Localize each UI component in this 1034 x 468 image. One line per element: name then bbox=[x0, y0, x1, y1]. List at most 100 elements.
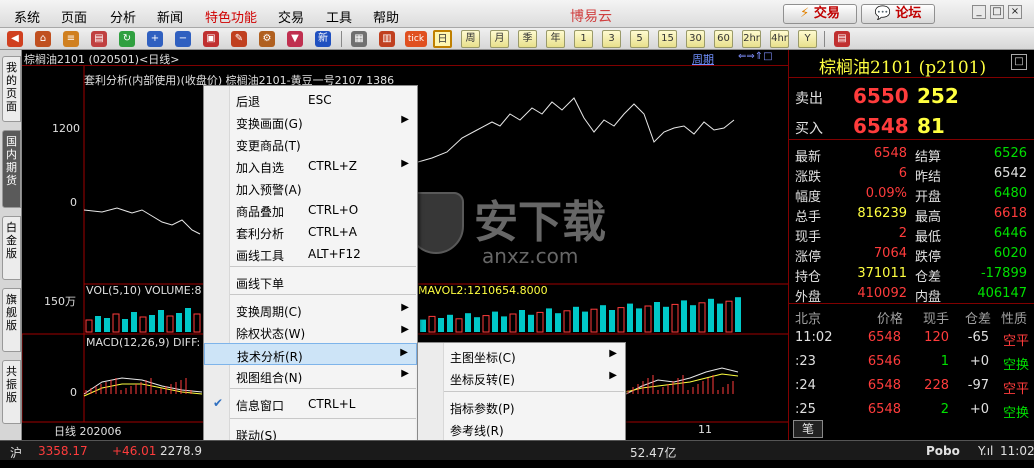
quote-row: 持仓 371011 仓差 -17899 bbox=[793, 264, 1031, 285]
context-menu-item[interactable]: 除权状态(W) ▶ bbox=[204, 321, 417, 343]
tick-oi: -97 bbox=[967, 378, 989, 393]
quote-label: 涨停 bbox=[795, 250, 822, 265]
context-menu-item[interactable]: 加入预警(A) bbox=[204, 177, 417, 199]
back-icon[interactable]: ◀ bbox=[7, 31, 23, 47]
period-season[interactable]: 季 bbox=[518, 30, 537, 48]
tick-button[interactable]: tick bbox=[405, 31, 427, 47]
trade-button[interactable]: ⚡ 交易 bbox=[783, 4, 857, 24]
period-30min[interactable]: 30 bbox=[686, 30, 705, 48]
menu-analysis[interactable]: 分析 bbox=[110, 7, 136, 26]
macd-diff-line bbox=[83, 377, 203, 395]
submenu-item[interactable]: 坐标反转(E) ▶ bbox=[418, 367, 625, 389]
volume-bar bbox=[555, 313, 561, 332]
submenu-item[interactable]: 指标参数(P) bbox=[418, 396, 625, 418]
volume-bar bbox=[573, 306, 579, 332]
period-15min[interactable]: 15 bbox=[658, 30, 677, 48]
context-menu-item[interactable]: 商品叠加 CTRL+O bbox=[204, 199, 417, 221]
tick-row: :25 6548 2 +0 空换 bbox=[793, 400, 1031, 421]
volume-bar bbox=[708, 298, 714, 332]
context-menu-item[interactable]: 变更商品(T) bbox=[204, 133, 417, 155]
submenu-item[interactable]: 参考线(R) bbox=[418, 418, 625, 440]
volume-bar bbox=[627, 303, 633, 332]
period-year[interactable]: 年 bbox=[546, 30, 565, 48]
tab-flagship[interactable]: 旗舰版 bbox=[2, 288, 21, 352]
zoom-in-icon[interactable]: + bbox=[147, 31, 163, 47]
tab-resonance[interactable]: 共振版 bbox=[2, 360, 21, 424]
tick-time: 11:02 bbox=[795, 330, 833, 345]
context-menu: 后退 ESC 变换画面(G) ▶ 变更商品(T) 加入自选 CTRL+Z ▶ 加入预警(A) 商品… bbox=[203, 85, 418, 465]
quote-value: 6542 bbox=[993, 166, 1027, 181]
sell-volume: 252 bbox=[917, 84, 959, 108]
tab-domestic-futures[interactable]: 国内期货 bbox=[2, 130, 21, 208]
context-menu-item[interactable]: 画线下单 bbox=[204, 271, 417, 293]
volume-bar bbox=[681, 300, 687, 332]
x-axis-start-label: 日线 202006 bbox=[54, 425, 122, 438]
context-menu-item[interactable]: 变换周期(C) ▶ bbox=[204, 299, 417, 321]
context-menu-label: 套利分析 bbox=[236, 227, 285, 241]
menu-news[interactable]: 新闻 bbox=[157, 7, 183, 26]
tab-platinum[interactable]: 白金版 bbox=[2, 216, 21, 280]
tab-my-page[interactable]: 我的页面 bbox=[2, 56, 21, 122]
period-3min[interactable]: 3 bbox=[602, 30, 621, 48]
menu-page[interactable]: 页面 bbox=[61, 7, 87, 26]
filter-icon[interactable]: ▼ bbox=[287, 31, 303, 47]
tick-tab[interactable]: 笔 bbox=[793, 420, 823, 438]
submenu-label: 指标参数(P) bbox=[450, 402, 515, 416]
stack-icon[interactable]: ≡ bbox=[63, 31, 79, 47]
volume-bar bbox=[95, 316, 101, 332]
window-icon[interactable]: ▣ bbox=[203, 31, 219, 47]
book-icon[interactable]: ▥ bbox=[379, 31, 395, 47]
menu-system[interactable]: 系统 bbox=[14, 7, 40, 26]
home-icon[interactable]: ⌂ bbox=[35, 31, 51, 47]
menu-trade[interactable]: 交易 bbox=[278, 7, 304, 26]
menu-tools[interactable]: 工具 bbox=[326, 7, 352, 26]
forum-button[interactable]: 💬 论坛 bbox=[861, 4, 935, 24]
volume-bar bbox=[698, 302, 706, 333]
calculator-icon[interactable]: ▤ bbox=[834, 31, 850, 47]
context-menu-item[interactable]: 变换画面(G) ▶ bbox=[204, 111, 417, 133]
quote-value: 406147 bbox=[977, 286, 1027, 301]
new-icon[interactable]: 新 bbox=[315, 31, 331, 47]
context-menu-item[interactable]: 技术分析(R) ▶ bbox=[204, 343, 417, 365]
context-menu-item[interactable]: 加入自选 CTRL+Z ▶ bbox=[204, 155, 417, 177]
submenu-label: 坐标反转(E) bbox=[450, 373, 515, 387]
context-menu-shortcut: CTRL+A bbox=[308, 225, 357, 239]
period-5min[interactable]: 5 bbox=[630, 30, 649, 48]
period-week[interactable]: 周 bbox=[461, 30, 480, 48]
quote-close-icon[interactable]: □ bbox=[1011, 54, 1027, 70]
period-month[interactable]: 月 bbox=[490, 30, 509, 48]
context-menu-item[interactable]: ✔ 信息窗口 CTRL+L bbox=[204, 393, 417, 415]
menu-special[interactable]: 特色功能 bbox=[205, 7, 257, 26]
context-menu-shortcut: CTRL+L bbox=[308, 397, 356, 411]
pencil-icon[interactable]: ✎ bbox=[231, 31, 247, 47]
quote-value: 6548 bbox=[873, 146, 907, 161]
table-icon[interactable]: ▦ bbox=[351, 31, 367, 47]
macd-label-box bbox=[22, 333, 85, 423]
volume-bar bbox=[563, 310, 571, 333]
submenu-item[interactable]: 主图坐标(C) ▶ bbox=[418, 345, 625, 367]
buy-price[interactable]: 6548 bbox=[853, 114, 909, 138]
context-menu-item[interactable]: 视图组合(N) ▶ bbox=[204, 365, 417, 387]
close-icon[interactable]: × bbox=[1008, 5, 1022, 19]
period-4hr[interactable]: 4hr bbox=[770, 30, 789, 48]
context-menu-item[interactable]: 套利分析 CTRL+A bbox=[204, 221, 417, 243]
period-1min[interactable]: 1 bbox=[574, 30, 593, 48]
period-60min[interactable]: 60 bbox=[714, 30, 733, 48]
period-2hr[interactable]: 2hr bbox=[742, 30, 761, 48]
zoom-out-icon[interactable]: − bbox=[175, 31, 191, 47]
period-custom[interactable]: Y bbox=[798, 30, 817, 48]
maximize-icon[interactable]: □ bbox=[990, 5, 1004, 19]
volume-bar bbox=[455, 318, 463, 333]
context-menu-item[interactable]: 画线工具 ALT+F12 bbox=[204, 243, 417, 265]
period-day[interactable]: 日 bbox=[433, 30, 452, 48]
refresh-icon[interactable]: ↻ bbox=[119, 31, 135, 47]
minimize-icon[interactable]: _ bbox=[972, 5, 986, 19]
chevron-right-icon: ▶ bbox=[401, 368, 409, 379]
tools-icon[interactable]: ⚙ bbox=[259, 31, 275, 47]
tick-header-oi: 仓差 bbox=[965, 312, 992, 327]
menu-bar: 系统 页面 分析 新闻 特色功能 交易 工具 帮助 博易云 ⚡ 交易 💬 论坛 … bbox=[0, 0, 1034, 28]
sell-price[interactable]: 6550 bbox=[853, 84, 909, 108]
menu-help[interactable]: 帮助 bbox=[373, 7, 399, 26]
context-menu-item[interactable]: 后退 ESC bbox=[204, 89, 417, 111]
list-icon[interactable]: ▤ bbox=[91, 31, 107, 47]
